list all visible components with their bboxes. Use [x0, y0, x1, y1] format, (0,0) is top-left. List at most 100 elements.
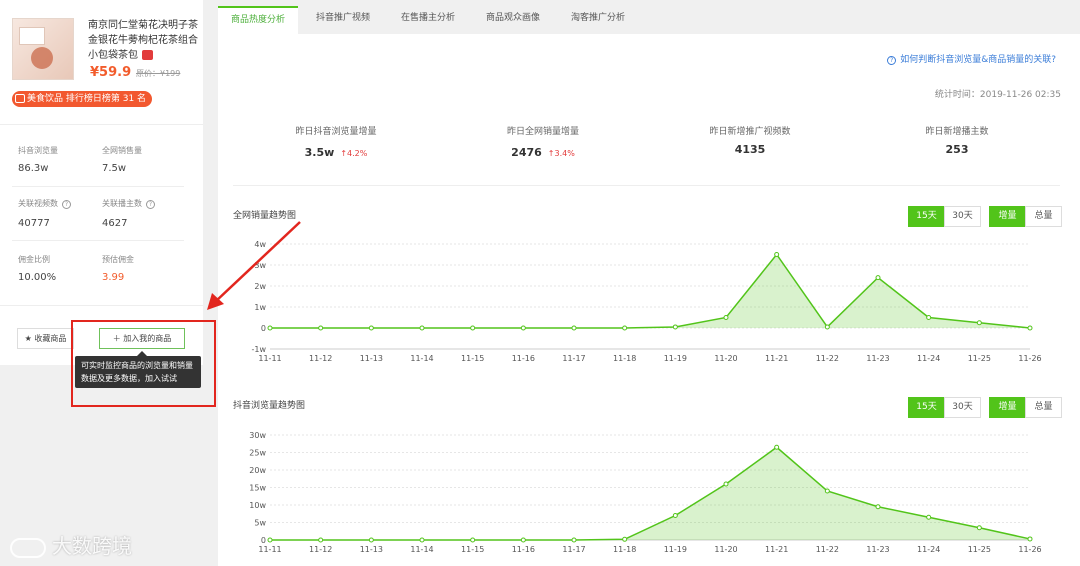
kpi-label: 昨日新增推广视频数 — [709, 127, 791, 137]
divider — [233, 185, 1060, 186]
y-tick-label: 30w — [249, 431, 266, 440]
range-30d-button[interactable]: 30天 — [944, 397, 981, 418]
stat-value-related-streamers: 4627 — [102, 218, 128, 229]
increment-button[interactable]: 增量 — [989, 206, 1026, 227]
tab-audience-profile[interactable]: 商品观众画像 — [473, 6, 553, 34]
x-tick-label: 11-22 — [816, 545, 839, 554]
favorite-button[interactable]: ★ 收藏商品 — [17, 328, 74, 349]
data-point — [774, 444, 780, 450]
y-tick-label: 3w — [254, 261, 266, 270]
range-15d-button[interactable]: 15天 — [908, 206, 945, 227]
x-tick-label: 11-23 — [866, 545, 889, 554]
kpi-label: 昨日新增播主数 — [925, 127, 989, 137]
rank-badge[interactable]: 美食饮品 排行榜日榜第 31 名 — [12, 91, 153, 107]
x-tick-label: 11-23 — [866, 354, 889, 363]
x-tick-label: 11-14 — [410, 354, 433, 363]
range-15d-button[interactable]: 15天 — [908, 397, 945, 418]
hot-tag-icon — [142, 50, 153, 60]
data-point — [723, 481, 729, 487]
y-tick-label: 0 — [261, 324, 266, 333]
stat-value-douyin-views: 86.3w — [18, 163, 49, 174]
stat-value-related-videos: 40777 — [18, 218, 50, 229]
y-tick-label: 1w — [254, 303, 266, 312]
kpi-delta: ↑4.2% — [340, 149, 368, 158]
data-point — [976, 320, 982, 326]
product-sidebar: 南京同仁堂菊花决明子茶金银花牛蒡枸杞花茶组合小包袋茶包 ¥59.9 原价：¥19… — [0, 0, 203, 365]
x-tick-label: 11-12 — [309, 354, 332, 363]
divider — [12, 186, 184, 187]
x-tick-label: 11-14 — [410, 545, 433, 554]
kpi-value: 3.5w ↑4.2% — [304, 146, 368, 159]
shop-icon — [15, 94, 25, 103]
x-tick-label: 11-19 — [664, 545, 687, 554]
data-point — [672, 324, 678, 330]
x-tick-label: 11-22 — [816, 354, 839, 363]
stat-value-commission-rate: 10.00% — [18, 272, 57, 283]
kpi-delta: ↑3.4% — [547, 149, 575, 158]
x-tick-label: 11-20 — [714, 354, 737, 363]
kpi-value: 2476 ↑3.4% — [511, 146, 575, 159]
kpi-value: 253 — [945, 143, 969, 156]
y-tick-label: 20w — [249, 466, 266, 475]
watermark: 大数跨境 — [10, 530, 132, 559]
x-tick-label: 11-19 — [664, 354, 687, 363]
chart2-range-toggle: 15天 30天 增量 总量 — [908, 397, 1062, 418]
data-point — [571, 325, 577, 331]
data-point — [571, 537, 577, 543]
data-point — [824, 488, 830, 494]
help-link[interactable]: ? 如何判断抖音浏览量&商品销量的关联? — [887, 52, 1056, 65]
data-point — [267, 537, 273, 543]
y-tick-label: 5w — [254, 519, 266, 528]
stat-value-estimated-commission: 3.99 — [102, 272, 125, 283]
x-tick-label: 11-11 — [258, 354, 281, 363]
y-tick-label: 10w — [249, 501, 266, 510]
stat-label-commission-rate: 佣金比例 — [18, 255, 50, 264]
data-point — [419, 537, 425, 543]
tab-bar: 商品热度分析 抖音推广视频 在售播主分析 商品观众画像 淘客推广分析 — [218, 0, 1080, 34]
star-icon: ★ — [24, 334, 35, 343]
data-point — [622, 325, 628, 331]
increment-button[interactable]: 增量 — [989, 397, 1026, 418]
data-point — [318, 325, 324, 331]
range-30d-button[interactable]: 30天 — [944, 206, 981, 227]
x-tick-label: 11-24 — [917, 545, 940, 554]
data-point — [368, 325, 374, 331]
data-point — [774, 252, 780, 257]
tab-taoke-analysis[interactable]: 淘客推广分析 — [558, 6, 638, 34]
highlight-box — [71, 320, 216, 407]
chart-title-views: 抖音浏览量趋势图 — [233, 401, 306, 411]
kpi-label: 昨日抖音浏览量增量 — [295, 127, 377, 137]
data-point — [672, 513, 678, 518]
data-point — [875, 504, 881, 510]
series-area — [270, 254, 1030, 328]
product-thumbnail[interactable] — [12, 18, 74, 80]
x-tick-label: 11-13 — [360, 354, 383, 363]
tab-product-heat[interactable]: 商品热度分析 — [218, 6, 298, 34]
rank-badge-text: 美食饮品 排行榜日榜第 31 名 — [27, 94, 147, 104]
help-icon[interactable]: ? — [62, 200, 71, 209]
y-tick-label: -1w — [251, 345, 266, 354]
y-tick-label: 15w — [249, 484, 266, 493]
total-button[interactable]: 总量 — [1025, 397, 1062, 418]
data-point — [824, 324, 830, 330]
stat-time: 统计时间：2019-11-26 02:35 — [934, 90, 1061, 100]
help-icon[interactable]: ? — [146, 200, 155, 209]
thumbnail-box-shape — [19, 27, 45, 45]
data-point — [1027, 536, 1033, 542]
stat-label-douyin-views: 抖音浏览量 — [18, 146, 58, 155]
stat-label-estimated-commission: 预估佣金 — [102, 255, 134, 264]
data-point — [976, 525, 982, 531]
product-title[interactable]: 南京同仁堂菊花决明子茶金银花牛蒡枸杞花茶组合小包袋茶包 — [88, 18, 198, 63]
tab-douyin-videos[interactable]: 抖音推广视频 — [303, 6, 383, 34]
help-icon: ? — [887, 56, 897, 65]
total-button[interactable]: 总量 — [1025, 206, 1062, 227]
data-point — [470, 325, 476, 331]
divider — [12, 240, 184, 241]
chart-title-sales: 全网销量趋势图 — [233, 211, 297, 221]
x-tick-label: 11-17 — [562, 354, 585, 363]
x-tick-label: 11-21 — [765, 354, 788, 363]
tab-streamer-analysis[interactable]: 在售播主分析 — [388, 6, 468, 34]
x-tick-label: 11-17 — [562, 545, 585, 554]
divider — [0, 305, 203, 306]
main-panel: 商品热度分析 抖音推广视频 在售播主分析 商品观众画像 淘客推广分析 ? 如何判断… — [218, 0, 1080, 566]
